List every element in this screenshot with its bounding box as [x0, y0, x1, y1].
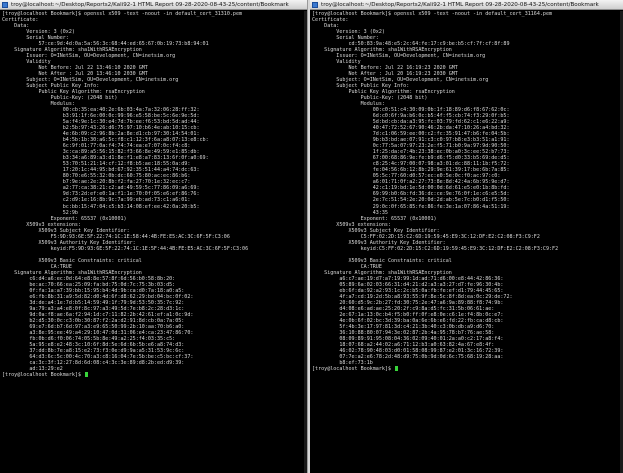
terminal-line: [troy@localhost Bookmark]$	[312, 365, 623, 372]
terminal-output-right[interactable]: [troy@localhost Bookmark]$ openssl x509 …	[310, 10, 623, 372]
terminal-icon	[312, 1, 318, 8]
titlebar-left[interactable]: troy@localhost:~/Desktop/Reports2/Kali92…	[0, 0, 307, 10]
cursor-block	[85, 371, 89, 377]
terminal-line: [troy@localhost Bookmark]$	[2, 371, 307, 378]
terminal-output-left[interactable]: [troy@localhost Bookmark]$ openssl x509 …	[0, 10, 307, 378]
cursor-block	[395, 365, 399, 371]
scrollbar-left[interactable]	[304, 11, 307, 473]
titlebar-right[interactable]: troy@localhost:~/Desktop/Reports2/Kali92…	[310, 0, 623, 10]
window-title-right: troy@localhost:~/Desktop/Reports2/Kali92…	[321, 1, 599, 8]
window-title-left: troy@localhost:~/Desktop/Reports2/Kali92…	[11, 1, 289, 8]
terminal-line-text: [troy@localhost Bookmark]$	[2, 371, 85, 378]
terminal-line-text: keyid:C5:FF:02:2D:15:C2:6D:19:59:45:E9:3…	[312, 245, 559, 252]
terminal-line-text: [troy@localhost Bookmark]$	[312, 365, 395, 372]
terminal-window-right[interactable]: troy@localhost:~/Desktop/Reports2/Kali92…	[310, 0, 623, 473]
terminal-line-text: keyid:F5:9D:93:6E:5F:22:74:1C:1E:5F:44:4…	[2, 245, 249, 252]
terminal-window-left[interactable]: troy@localhost:~/Desktop/Reports2/Kali92…	[0, 0, 308, 473]
terminal-icon	[2, 1, 8, 8]
